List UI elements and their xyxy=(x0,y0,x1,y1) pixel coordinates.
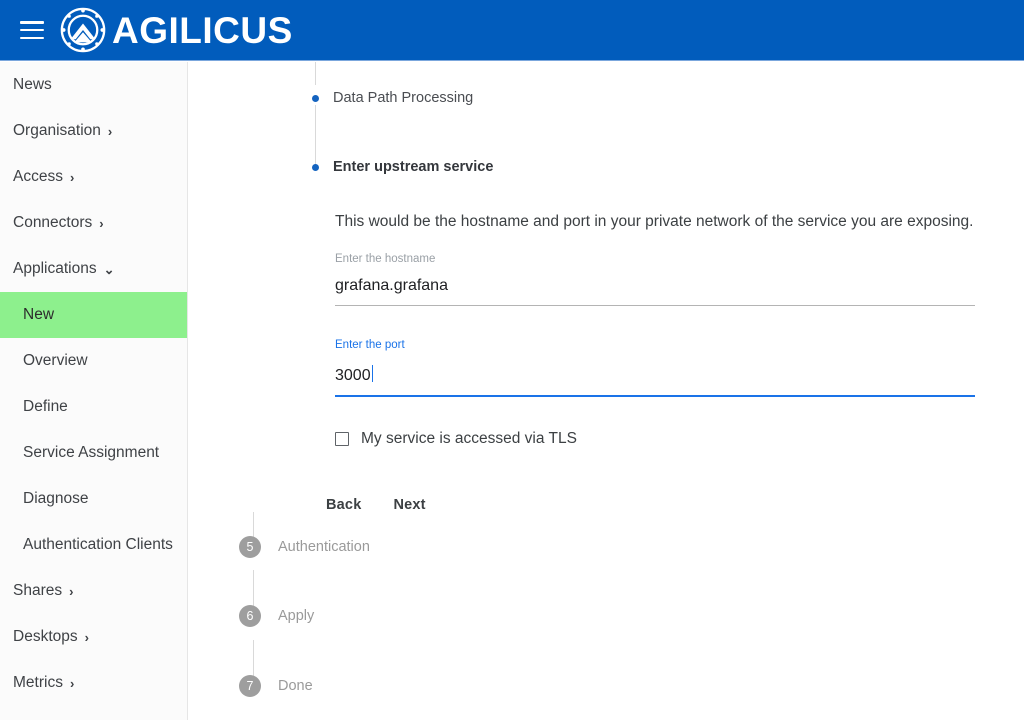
sidebar-item-applications[interactable]: Applications ⌄ xyxy=(0,246,187,292)
sidebar-navigation: News Organisation › Access › Connectors › Appli… xyxy=(0,62,188,720)
application-window: AGILICUS News Organisation › Access › Connect… xyxy=(0,0,1024,720)
sidebar-item-authentication-clients[interactable]: Authentication Clients xyxy=(0,522,187,568)
port-field-group: Enter the port 3000 xyxy=(335,338,975,398)
sidebar-item-label: Diagnose xyxy=(23,490,89,508)
sidebar-item-label: Desktops xyxy=(13,628,78,646)
step-apply[interactable]: 6 Apply xyxy=(239,605,314,627)
hostname-field-label: Enter the hostname xyxy=(335,253,436,266)
port-field-label: Enter the port xyxy=(335,338,405,351)
brand-logo-link[interactable]: AGILICUS xyxy=(60,7,293,53)
substep-bullet-icon xyxy=(312,163,319,171)
sidebar-item-label: Applications xyxy=(13,260,97,278)
hostname-field-group: Enter the hostname grafana.grafana xyxy=(335,254,975,306)
tls-checkbox-label: My service is accessed via TLS xyxy=(361,430,577,448)
sidebar-item-desktops[interactable]: Desktops › xyxy=(0,614,187,660)
top-app-bar: AGILICUS xyxy=(0,0,1024,61)
content-scroll-gutter[interactable] xyxy=(189,62,219,720)
sidebar-item-label: News xyxy=(13,76,52,94)
brand-title: AGILICUS xyxy=(112,9,293,51)
wizard-button-row: Back Next xyxy=(310,489,975,521)
step-number-badge: 7 xyxy=(239,675,261,697)
port-field-underline xyxy=(335,395,975,398)
sidebar-item-label: Overview xyxy=(23,352,88,370)
upstream-service-form: This would be the hostname and port in y… xyxy=(326,212,975,521)
hamburger-menu-icon[interactable] xyxy=(20,21,44,39)
substep-enter-upstream-service[interactable]: Enter upstream service xyxy=(219,160,493,175)
sidebar-item-new[interactable]: New xyxy=(0,292,187,338)
step-number-badge: 5 xyxy=(239,536,261,558)
form-help-text: This would be the hostname and port in y… xyxy=(335,213,974,230)
sidebar-item-diagnose[interactable]: Diagnose xyxy=(0,476,187,522)
tls-checkbox-row[interactable]: My service is accessed via TLS xyxy=(335,431,975,447)
stepper-rail-mid xyxy=(315,105,316,167)
substep-data-path-processing[interactable]: Data Path Processing xyxy=(219,91,473,106)
chevron-right-icon: › xyxy=(69,583,74,599)
sidebar-item-label: New xyxy=(23,306,55,324)
agilicus-logo-icon xyxy=(60,7,106,53)
sidebar-item-label: Metrics xyxy=(13,674,63,692)
sidebar-item-metrics[interactable]: Metrics › xyxy=(0,660,187,706)
step-rail-4-5 xyxy=(253,512,254,537)
hostname-input-value: grafana.grafana xyxy=(335,276,448,294)
port-input[interactable]: 3000 xyxy=(335,363,975,395)
substep-label: Enter upstream service xyxy=(333,159,494,175)
back-button[interactable]: Back xyxy=(310,489,377,521)
chevron-down-icon: ⌄ xyxy=(103,261,115,277)
substep-bullet-icon xyxy=(312,94,319,102)
substep-label: Data Path Processing xyxy=(333,90,474,106)
chevron-right-icon: › xyxy=(107,123,113,139)
sidebar-item-shares[interactable]: Shares › xyxy=(0,568,187,614)
hamburger-bar-1 xyxy=(20,21,44,24)
sidebar-item-service-assignment[interactable]: Service Assignment xyxy=(0,430,187,476)
chevron-right-icon: › xyxy=(99,215,104,231)
chevron-right-icon: › xyxy=(69,675,75,691)
chevron-right-icon: › xyxy=(69,169,75,185)
sidebar-item-label: Connectors xyxy=(13,214,93,232)
sidebar-item-label: Service Assignment xyxy=(23,444,160,462)
port-input-value: 3000 xyxy=(335,367,371,385)
step-number-badge: 6 xyxy=(239,605,261,627)
next-button[interactable]: Next xyxy=(377,489,441,521)
sidebar-item-organisation[interactable]: Organisation › xyxy=(0,108,187,154)
sidebar-item-news[interactable]: News xyxy=(0,62,187,108)
tls-checkbox[interactable] xyxy=(335,431,349,446)
sidebar-item-label: Authentication Clients xyxy=(23,536,173,554)
step-done[interactable]: 7 Done xyxy=(239,675,313,697)
sidebar-item-label: Shares xyxy=(13,582,63,600)
step-authentication[interactable]: 5 Authentication xyxy=(239,536,370,558)
sidebar-item-label: Define xyxy=(23,398,68,416)
hamburger-bar-2 xyxy=(20,28,44,32)
sidebar-item-define[interactable]: Define xyxy=(0,384,187,430)
sidebar-item-access[interactable]: Access › xyxy=(0,154,187,200)
text-cursor xyxy=(371,365,373,383)
sidebar-item-label: Organisation xyxy=(13,122,101,140)
sidebar-item-connectors[interactable]: Connectors › xyxy=(0,200,187,246)
stepper-rail-top xyxy=(315,62,316,85)
main-content: Data Path Processing Enter upstream serv… xyxy=(219,62,1024,720)
sidebar-item-overview[interactable]: Overview xyxy=(0,338,187,384)
hostname-input[interactable]: grafana.grafana xyxy=(335,276,975,305)
step-label: Apply xyxy=(278,607,315,624)
step-label: Done xyxy=(278,677,313,694)
hamburger-bar-3 xyxy=(20,36,44,39)
chevron-right-icon: › xyxy=(84,629,89,645)
hostname-field-underline xyxy=(335,304,975,306)
step-label: Authentication xyxy=(278,538,370,555)
sidebar-item-label: Access xyxy=(13,168,63,186)
